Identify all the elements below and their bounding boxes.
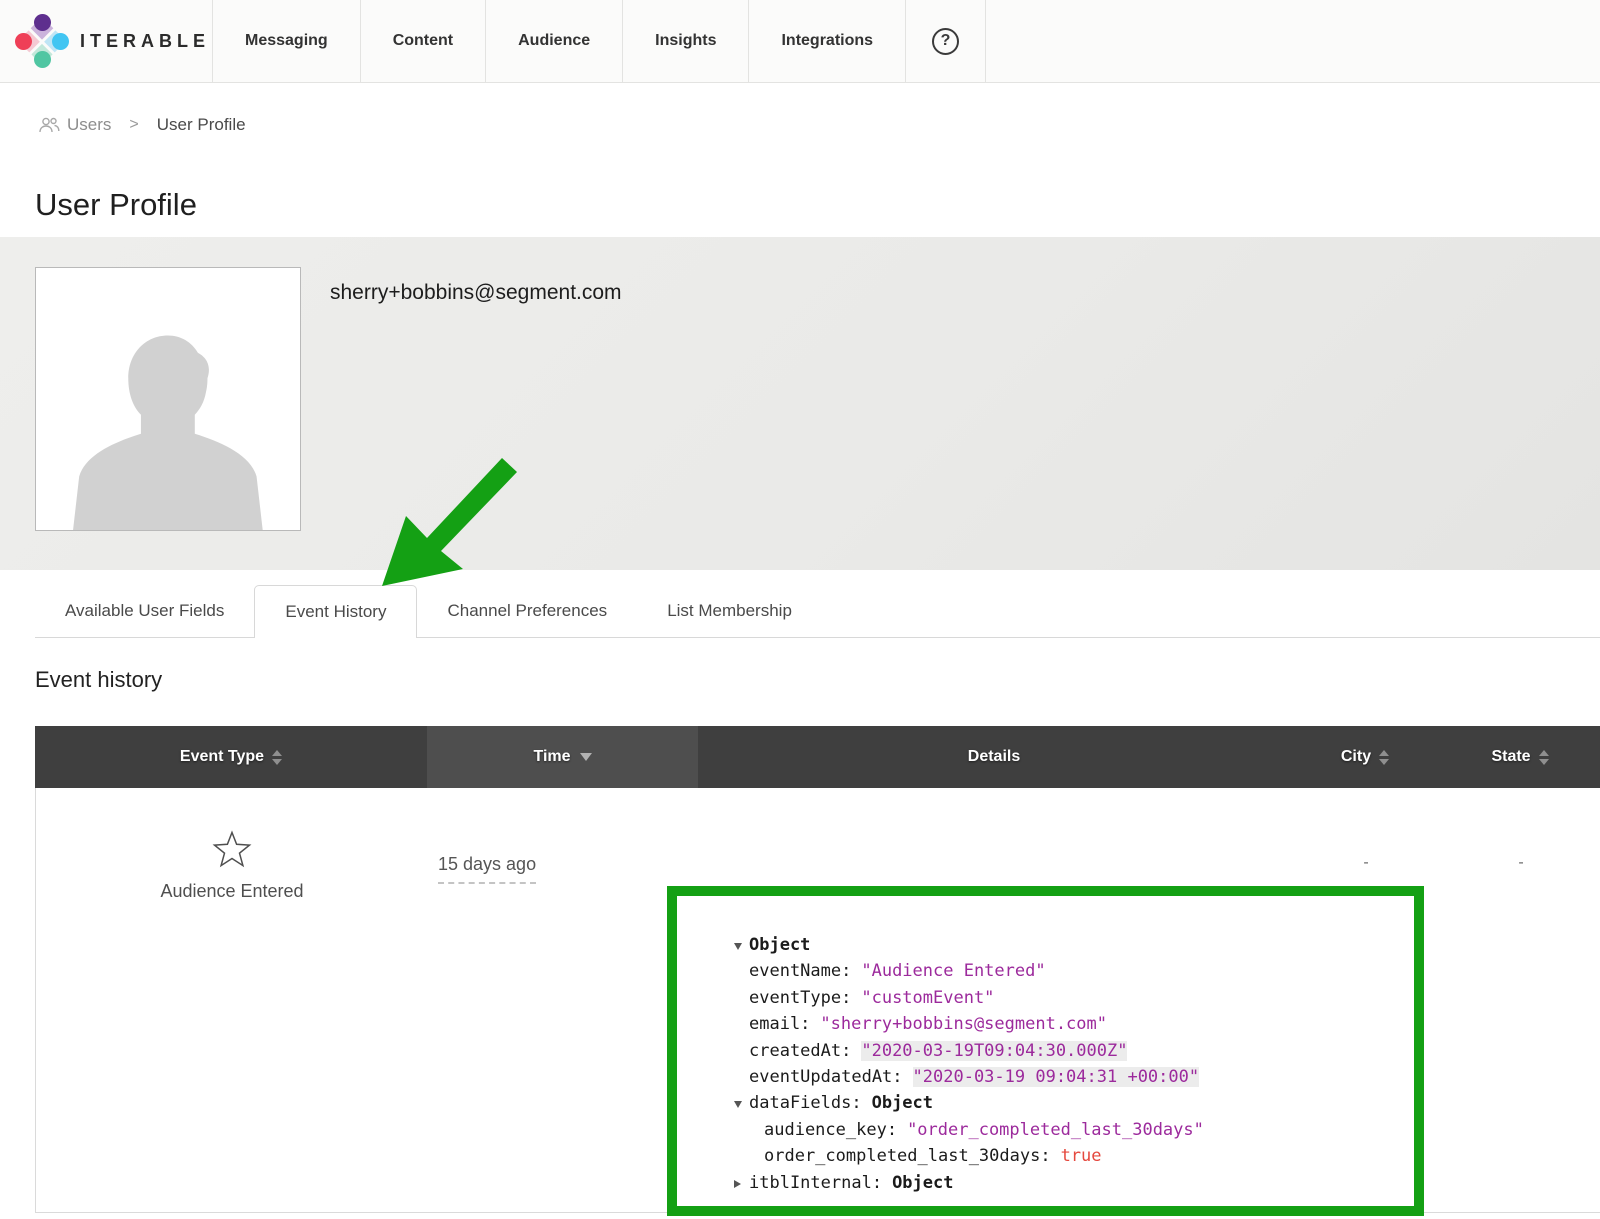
json-key: eventType: (749, 988, 851, 1008)
json-line-email: email: "sherry+bobbins@segment.com" (677, 1011, 1414, 1037)
time-cell: 15 days ago (428, 788, 699, 1212)
column-label: Details (968, 748, 1020, 766)
json-line-eventupdatedat: eventUpdatedAt: "2020-03-19 09:04:31 +00:… (677, 1064, 1414, 1090)
breadcrumb-root-label: Users (67, 115, 111, 135)
json-line-itblinternal: itblInternal: Object (677, 1170, 1414, 1196)
event-type-cell: Audience Entered (36, 788, 428, 1212)
expand-collapse-icon-closed[interactable] (734, 1170, 749, 1196)
json-key: email: (749, 1014, 810, 1034)
logo-dot-red (15, 33, 32, 50)
json-value: "2020-03-19T09:04:30.000Z" (861, 1041, 1127, 1061)
nav-item-integrations[interactable]: Integrations (748, 0, 905, 82)
sort-arrows-icon (1379, 750, 1389, 765)
json-value: Object (749, 935, 810, 955)
json-value: "order_completed_last_30days" (907, 1120, 1204, 1140)
help-icon: ? (932, 28, 959, 55)
breadcrumb-users-link[interactable]: Users (38, 115, 111, 135)
nav-item-audience[interactable]: Audience (485, 0, 622, 82)
column-label: Time (533, 748, 570, 766)
json-key: createdAt: (749, 1041, 851, 1061)
json-line-audience-key: audience_key: "order_completed_last_30day… (677, 1117, 1414, 1143)
page-title: User Profile (35, 187, 1600, 223)
sort-arrows-icon (272, 750, 282, 765)
column-header-state[interactable]: State (1440, 726, 1600, 788)
state-cell: - (1441, 788, 1600, 1212)
event-history-table: Event Type Time Details City State Audience … (35, 726, 1600, 1213)
chevron-right-icon: > (121, 116, 146, 134)
avatar (35, 267, 301, 531)
annotation-box: Object eventName: "Audience Entered" eventT… (667, 886, 1424, 1216)
profile-tabs: Available User FieldsEvent HistoryChanne… (35, 585, 1600, 638)
sort-arrows-icon (1539, 750, 1549, 765)
star-icon[interactable] (212, 830, 252, 868)
logo-dot-teal (34, 51, 51, 68)
column-label: Event Type (180, 748, 264, 766)
json-key: eventName: (749, 961, 851, 981)
json-line-root: Object (677, 932, 1414, 958)
json-value: "sherry+bobbins@segment.com" (820, 1014, 1107, 1034)
json-value: "2020-03-19 09:04:31 +00:00" (913, 1067, 1200, 1087)
event-type-label: Audience Entered (160, 881, 303, 902)
person-silhouette-icon (57, 326, 279, 531)
tab-event-history[interactable]: Event History (254, 585, 417, 638)
json-line-eventname: eventName: "Audience Entered" (677, 958, 1414, 984)
breadcrumb: Users > User Profile (38, 114, 1600, 136)
json-value: true (1061, 1146, 1102, 1166)
json-value: "Audience Entered" (861, 961, 1045, 981)
sort-desc-icon (580, 753, 592, 761)
column-header-event-type[interactable]: Event Type (35, 726, 427, 788)
json-key: audience_key: (764, 1120, 897, 1140)
expand-collapse-icon-open[interactable] (734, 1090, 749, 1116)
nav-item-messaging[interactable]: Messaging (212, 0, 360, 82)
tab-channel-preferences[interactable]: Channel Preferences (417, 585, 637, 637)
json-value: "customEvent" (861, 988, 994, 1008)
expand-collapse-icon-open[interactable] (734, 932, 749, 958)
relative-time[interactable]: 15 days ago (438, 854, 536, 884)
table-header-row: Event Type Time Details City State (35, 726, 1600, 788)
brand[interactable]: ITERABLE (0, 0, 212, 82)
section-heading: Event history (35, 667, 1600, 693)
help-button[interactable]: ? (905, 0, 986, 82)
nav-items: MessagingContentAudienceInsightsIntegrat… (212, 0, 905, 82)
user-email: sherry+bobbins@segment.com (330, 281, 622, 305)
json-key: dataFields: (749, 1093, 862, 1113)
column-header-city[interactable]: City (1290, 726, 1440, 788)
users-icon (38, 116, 60, 134)
tab-list-membership[interactable]: List Membership (637, 585, 822, 637)
iterable-logo-icon (14, 13, 70, 69)
column-label: State (1491, 748, 1530, 766)
column-label: City (1341, 748, 1371, 766)
json-line-createdat: createdAt: "2020-03-19T09:04:30.000Z" (677, 1038, 1414, 1064)
profile-header: sherry+bobbins@segment.com (0, 237, 1600, 570)
nav-item-insights[interactable]: Insights (622, 0, 748, 82)
json-line-datafields: dataFields: Object (677, 1090, 1414, 1116)
column-header-details: Details (698, 726, 1290, 788)
brand-wordmark: ITERABLE (80, 31, 210, 52)
json-key: order_completed_last_30days: (764, 1146, 1051, 1166)
table-row: Audience Entered 15 days ago - - Objecte… (35, 788, 1600, 1213)
tab-available-user-fields[interactable]: Available User Fields (35, 585, 254, 637)
json-value: Object (872, 1093, 933, 1113)
json-value: Object (892, 1173, 953, 1193)
nav-item-content[interactable]: Content (360, 0, 485, 82)
json-key: itblInternal: (749, 1173, 882, 1193)
breadcrumb-current: User Profile (157, 115, 246, 135)
json-key: eventUpdatedAt: (749, 1067, 903, 1087)
json-line-order-completed-last-30days: order_completed_last_30days: true (677, 1143, 1414, 1169)
logo-dot-purple (34, 14, 51, 31)
json-line-eventtype: eventType: "customEvent" (677, 985, 1414, 1011)
logo-dot-cyan (52, 33, 69, 50)
column-header-time[interactable]: Time (427, 726, 698, 788)
event-details-json: Object eventName: "Audience Entered" eventT… (677, 896, 1414, 1196)
top-nav: ITERABLE MessagingContentAudienceInsight… (0, 0, 1600, 83)
